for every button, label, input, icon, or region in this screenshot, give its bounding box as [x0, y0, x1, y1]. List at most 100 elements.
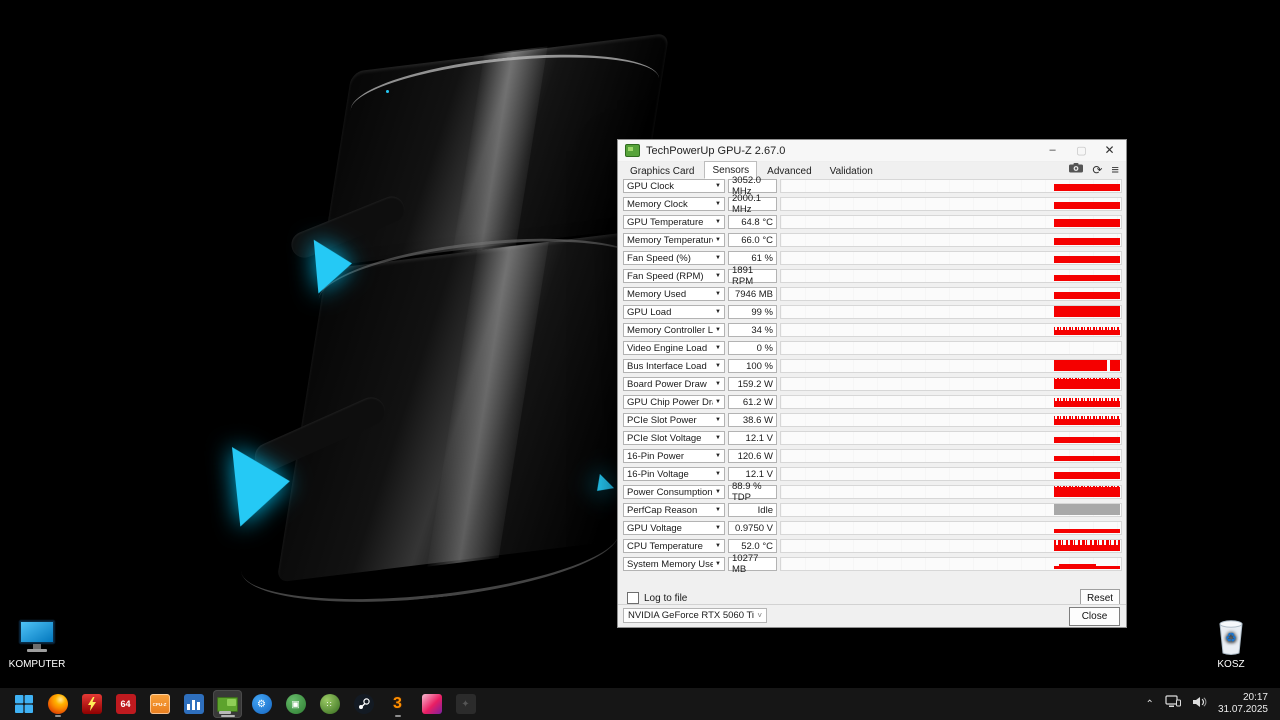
sensor-select[interactable]: Memory Temperature ▼	[623, 233, 725, 247]
sensor-select[interactable]: Memory Used ▼	[623, 287, 725, 301]
sensor-select[interactable]: GPU Clock ▼	[623, 179, 725, 193]
taskbar-item-game-benchmark[interactable]	[417, 690, 446, 718]
sensor-graph	[780, 431, 1122, 445]
network-icon[interactable]	[1165, 695, 1181, 713]
graph-trace	[1054, 378, 1120, 389]
sensor-label: Memory Used	[627, 288, 687, 300]
tray-overflow-chevron-icon[interactable]: ⌃	[1146, 699, 1154, 710]
graph-trace	[1054, 528, 1120, 533]
sensor-row: Video Engine Load ▼ 0 %	[623, 341, 1122, 355]
taskbar-item-procyon[interactable]: ∷	[315, 690, 344, 718]
sensor-select[interactable]: GPU Load ▼	[623, 305, 725, 319]
window-bottom-bar: NVIDIA GeForce RTX 5060 Ti ˅ Close	[618, 604, 1126, 627]
refresh-icon[interactable]: ⟳	[1092, 164, 1102, 176]
taskbar-item-dark-app[interactable]: ✦	[451, 690, 480, 718]
start-button[interactable]	[9, 690, 38, 718]
steam-icon	[353, 694, 374, 714]
sensor-graph	[780, 233, 1122, 247]
volume-icon[interactable]	[1192, 695, 1207, 713]
title-bar[interactable]: TechPowerUp GPU-Z 2.67.0 – ▢ ✕	[618, 140, 1126, 162]
sensor-row: Power Consumption (%)▼88.9 % TDP	[623, 481, 1122, 503]
sensor-select[interactable]: Bus Interface Load ▼	[623, 359, 725, 373]
chevron-down-icon: ▼	[715, 309, 721, 315]
sensor-value: 100 %	[728, 359, 777, 373]
sensor-select[interactable]: 16-Pin Voltage ▼	[623, 467, 725, 481]
sensor-select[interactable]: Memory Controller Load▼	[623, 323, 725, 337]
camera-icon[interactable]	[1069, 163, 1084, 176]
sensor-select[interactable]: GPU Chip Power Draw▼	[623, 395, 725, 409]
sensor-row: PerfCap Reason ▼ Idle	[623, 503, 1122, 517]
sensor-select[interactable]: Memory Clock ▼	[623, 197, 725, 211]
graph-trace	[1054, 292, 1120, 299]
desktop: KOMPUTER ♻ KOSZ TechPowerUp GPU-Z 2.67.0…	[0, 0, 1280, 720]
sensor-select[interactable]: CPU Temperature ▼	[623, 539, 725, 553]
sensor-graph	[780, 521, 1122, 535]
sensor-select[interactable]: Video Engine Load ▼	[623, 341, 725, 355]
log-to-file-checkbox[interactable]	[627, 592, 639, 604]
graph-trace	[1054, 327, 1120, 335]
sensor-select[interactable]: Board Power Draw ▼	[623, 377, 725, 391]
tab-graphics-card[interactable]: Graphics Card	[622, 163, 702, 179]
sensor-graph	[780, 341, 1122, 355]
taskbar-item-gpu-z[interactable]	[213, 690, 242, 718]
clock-date: 31.07.2025	[1217, 704, 1268, 715]
sensor-value: 38.6 W	[728, 413, 777, 427]
running-indicator	[220, 715, 235, 717]
desktop-icon-label: KOSZ	[1217, 659, 1245, 670]
taskbar-item-steam[interactable]	[349, 690, 378, 718]
sensor-row: Board Power Draw ▼ 159.2 W	[623, 377, 1122, 391]
taskbar-item-aida64[interactable]: 64	[111, 690, 140, 718]
taskbar-item-firefox[interactable]	[43, 690, 72, 718]
sensor-value: 64.8 °C	[728, 215, 777, 229]
gpu-z-app-icon	[625, 144, 640, 157]
log-to-file-option[interactable]: Log to file	[627, 592, 687, 604]
sensor-value: 61.2 W	[728, 395, 777, 409]
sensor-select[interactable]: System Memory Used ▼	[623, 557, 725, 571]
sensor-label: 16-Pin Power	[627, 450, 685, 462]
close-window-button[interactable]: Close	[1069, 607, 1120, 626]
desktop-icon-computer[interactable]: KOMPUTER	[0, 616, 74, 670]
window-title: TechPowerUp GPU-Z 2.67.0	[646, 144, 786, 157]
chevron-down-icon: ▼	[715, 507, 721, 513]
sensor-label: GPU Temperature	[627, 216, 704, 228]
sensor-select[interactable]: Power Consumption (%)▼	[623, 485, 725, 499]
taskbar-item-3dmark[interactable]: 3	[383, 690, 412, 718]
tab-validation[interactable]: Validation	[822, 163, 881, 179]
wallpaper-cyan-triangle	[313, 236, 355, 294]
sensor-select[interactable]: GPU Voltage ▼	[623, 521, 725, 535]
taskbar-clock[interactable]: 20:17 31.07.2025	[1218, 692, 1268, 717]
sensor-row: Memory Clock ▼ 2000.1 MHz	[623, 193, 1122, 215]
sensor-select[interactable]: GPU Temperature ▼	[623, 215, 725, 229]
sensor-row: PCIe Slot Power ▼ 38.6 W	[623, 413, 1122, 427]
sensor-select[interactable]: PerfCap Reason ▼	[623, 503, 725, 517]
menu-icon[interactable]: ≡	[1111, 163, 1119, 176]
sensor-value: 88.9 % TDP	[728, 481, 777, 503]
sensor-value: 12.1 V	[728, 467, 777, 481]
minimize-button[interactable]: –	[1039, 140, 1066, 160]
taskbar-item-vrmark[interactable]: ▣	[281, 690, 310, 718]
sensor-select[interactable]: 16-Pin Power ▼	[623, 449, 725, 463]
sensor-label: Board Power Draw	[627, 378, 707, 390]
desktop-icon-recycle-bin[interactable]: ♻ KOSZ	[1194, 616, 1268, 670]
chevron-down-icon: ▼	[715, 219, 721, 225]
wallpaper-cyan-dot	[386, 90, 389, 93]
sensor-label: 16-Pin Voltage	[627, 468, 689, 480]
sensor-row: GPU Chip Power Draw▼61.2 W	[623, 395, 1122, 409]
sensor-select[interactable]: PCIe Slot Voltage ▼	[623, 431, 725, 445]
sensor-row: Memory Temperature ▼ 66.0 °C	[623, 233, 1122, 247]
sensor-graph	[780, 359, 1122, 373]
taskbar-item-pcmark[interactable]: ⚙	[247, 690, 276, 718]
sensor-select[interactable]: PCIe Slot Power ▼	[623, 413, 725, 427]
close-button[interactable]: ✕	[1096, 140, 1123, 160]
chevron-down-icon: ▼	[715, 543, 721, 549]
taskbar-item-benchmark-bolt[interactable]	[77, 690, 106, 718]
device-selector[interactable]: NVIDIA GeForce RTX 5060 Ti ˅	[623, 608, 767, 623]
sensor-select[interactable]: Fan Speed (%) ▼	[623, 251, 725, 265]
sensor-select[interactable]: Fan Speed (RPM) ▼	[623, 269, 725, 283]
graph-trace	[1054, 437, 1120, 443]
taskbar-item-cpu-z[interactable]: CPU-Z	[145, 690, 174, 718]
running-indicator	[54, 715, 61, 717]
sensor-graph	[780, 179, 1122, 193]
taskbar-item-benchmark-bars[interactable]	[179, 690, 208, 718]
log-to-file-label: Log to file	[644, 592, 688, 604]
